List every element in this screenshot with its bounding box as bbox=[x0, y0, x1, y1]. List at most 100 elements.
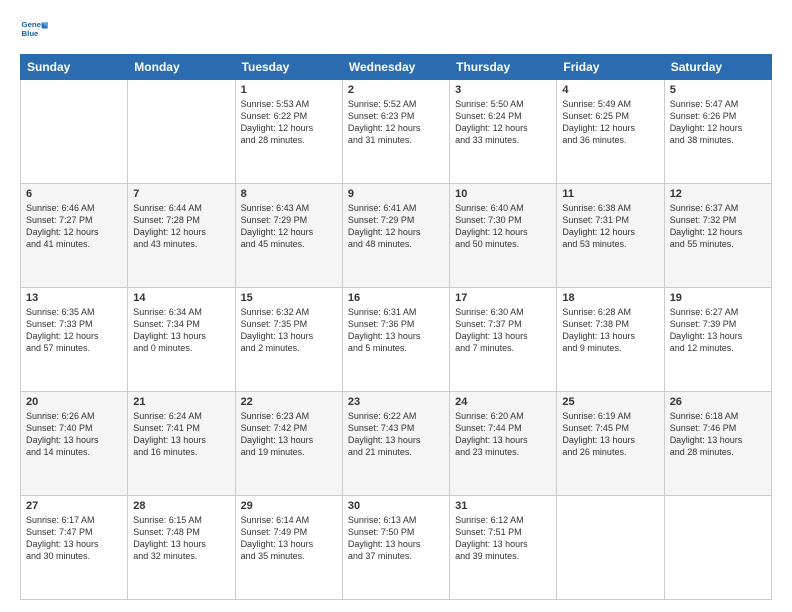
header-tuesday: Tuesday bbox=[235, 55, 342, 80]
day-info: Sunrise: 6:15 AM Sunset: 7:48 PM Dayligh… bbox=[133, 514, 229, 563]
page: General Blue Sunday Monday Tuesday Wedne… bbox=[0, 0, 792, 612]
day-info: Sunrise: 6:37 AM Sunset: 7:32 PM Dayligh… bbox=[670, 202, 766, 251]
day-info: Sunrise: 6:28 AM Sunset: 7:38 PM Dayligh… bbox=[562, 306, 658, 355]
day-number: 1 bbox=[241, 84, 337, 96]
calendar-cell: 12Sunrise: 6:37 AM Sunset: 7:32 PM Dayli… bbox=[664, 184, 771, 288]
calendar-cell: 11 Sunrise: 6:38 AM Sunset: 7:31 PM Dayli… bbox=[557, 184, 664, 288]
calendar-cell: 4 Sunrise: 5:49 AM Sunset: 6:25 PM Daylig… bbox=[557, 80, 664, 184]
calendar-week-1: 1Sunrise: 5:53 AM Sunset: 6:22 PM Daylig… bbox=[21, 80, 772, 184]
calendar-cell: 19 Sunrise: 6:27 AM Sunset: 7:39 PM Dayli… bbox=[664, 288, 771, 392]
calendar-cell bbox=[557, 496, 664, 600]
day-number: 25 bbox=[562, 396, 658, 408]
day-info: Sunrise: 6:34 AM Sunset: 7:34 PM Dayligh… bbox=[133, 306, 229, 355]
day-info: Sunrise: 6:38 AM Sunset: 7:31 PM Dayligh… bbox=[562, 202, 658, 251]
day-number: 7 bbox=[133, 188, 229, 200]
weekday-header-row: Sunday Monday Tuesday Wednesday Thursday… bbox=[21, 55, 772, 80]
calendar-cell: 26 Sunrise: 6:18 AM Sunset: 7:46 PM Dayli… bbox=[664, 392, 771, 496]
day-number: 2 bbox=[348, 84, 444, 96]
calendar-cell: 23 Sunrise: 6:22 AM Sunset: 7:43 PM Dayli… bbox=[342, 392, 449, 496]
day-info: Sunrise: 6:46 AM Sunset: 7:27 PM Dayligh… bbox=[26, 202, 122, 251]
day-info: Sunrise: 6:44 AM Sunset: 7:28 PM Dayligh… bbox=[133, 202, 229, 251]
calendar-week-2: 6 Sunrise: 6:46 AM Sunset: 7:27 PM Daylig… bbox=[21, 184, 772, 288]
calendar-cell: 16 Sunrise: 6:31 AM Sunset: 7:36 PM Dayli… bbox=[342, 288, 449, 392]
calendar-cell: 15 Sunrise: 6:32 AM Sunset: 7:35 PM Dayli… bbox=[235, 288, 342, 392]
calendar-cell: 18 Sunrise: 6:28 AM Sunset: 7:38 PM Dayli… bbox=[557, 288, 664, 392]
day-number: 23 bbox=[348, 396, 444, 408]
calendar-week-3: 13 Sunrise: 6:35 AM Sunset: 7:33 PM Dayli… bbox=[21, 288, 772, 392]
day-info: Sunrise: 6:19 AM Sunset: 7:45 PM Dayligh… bbox=[562, 410, 658, 459]
calendar-cell: 25 Sunrise: 6:19 AM Sunset: 7:45 PM Dayli… bbox=[557, 392, 664, 496]
day-number: 19 bbox=[670, 292, 766, 304]
day-info: Sunrise: 6:40 AM Sunset: 7:30 PM Dayligh… bbox=[455, 202, 551, 251]
day-info: Sunrise: 6:31 AM Sunset: 7:36 PM Dayligh… bbox=[348, 306, 444, 355]
day-number: 26 bbox=[670, 396, 766, 408]
calendar-cell bbox=[21, 80, 128, 184]
day-info: Sunrise: 6:30 AM Sunset: 7:37 PM Dayligh… bbox=[455, 306, 551, 355]
calendar-cell: 6 Sunrise: 6:46 AM Sunset: 7:27 PM Daylig… bbox=[21, 184, 128, 288]
day-number: 15 bbox=[241, 292, 337, 304]
day-number: 16 bbox=[348, 292, 444, 304]
calendar-cell: 5 Sunrise: 5:47 AM Sunset: 6:26 PM Daylig… bbox=[664, 80, 771, 184]
header-friday: Friday bbox=[557, 55, 664, 80]
calendar-cell bbox=[128, 80, 235, 184]
day-number: 28 bbox=[133, 500, 229, 512]
calendar-cell: 1Sunrise: 5:53 AM Sunset: 6:22 PM Daylig… bbox=[235, 80, 342, 184]
calendar-table: Sunday Monday Tuesday Wednesday Thursday… bbox=[20, 54, 772, 600]
day-number: 27 bbox=[26, 500, 122, 512]
calendar-cell: 2 Sunrise: 5:52 AM Sunset: 6:23 PM Daylig… bbox=[342, 80, 449, 184]
logo: General Blue bbox=[20, 16, 48, 44]
day-info: Sunrise: 6:35 AM Sunset: 7:33 PM Dayligh… bbox=[26, 306, 122, 355]
day-number: 31 bbox=[455, 500, 551, 512]
logo-icon: General Blue bbox=[20, 16, 48, 44]
header-wednesday: Wednesday bbox=[342, 55, 449, 80]
day-number: 14 bbox=[133, 292, 229, 304]
day-number: 6 bbox=[26, 188, 122, 200]
day-number: 18 bbox=[562, 292, 658, 304]
day-info: Sunrise: 6:20 AM Sunset: 7:44 PM Dayligh… bbox=[455, 410, 551, 459]
calendar-cell: 8 Sunrise: 6:43 AM Sunset: 7:29 PM Daylig… bbox=[235, 184, 342, 288]
day-number: 20 bbox=[26, 396, 122, 408]
calendar-cell: 10 Sunrise: 6:40 AM Sunset: 7:30 PM Dayli… bbox=[450, 184, 557, 288]
day-info: Sunrise: 6:18 AM Sunset: 7:46 PM Dayligh… bbox=[670, 410, 766, 459]
day-number: 13 bbox=[26, 292, 122, 304]
day-number: 4 bbox=[562, 84, 658, 96]
day-info: Sunrise: 6:24 AM Sunset: 7:41 PM Dayligh… bbox=[133, 410, 229, 459]
day-number: 24 bbox=[455, 396, 551, 408]
day-number: 11 bbox=[562, 188, 658, 200]
header: General Blue bbox=[20, 16, 772, 44]
day-info: Sunrise: 5:50 AM Sunset: 6:24 PM Dayligh… bbox=[455, 98, 551, 147]
day-info: Sunrise: 6:43 AM Sunset: 7:29 PM Dayligh… bbox=[241, 202, 337, 251]
calendar-cell: 9Sunrise: 6:41 AM Sunset: 7:29 PM Daylig… bbox=[342, 184, 449, 288]
day-info: Sunrise: 6:12 AM Sunset: 7:51 PM Dayligh… bbox=[455, 514, 551, 563]
calendar-week-5: 27 Sunrise: 6:17 AM Sunset: 7:47 PM Dayli… bbox=[21, 496, 772, 600]
day-info: Sunrise: 6:41 AM Sunset: 7:29 PM Dayligh… bbox=[348, 202, 444, 251]
day-info: Sunrise: 5:49 AM Sunset: 6:25 PM Dayligh… bbox=[562, 98, 658, 147]
day-info: Sunrise: 6:17 AM Sunset: 7:47 PM Dayligh… bbox=[26, 514, 122, 563]
day-info: Sunrise: 6:32 AM Sunset: 7:35 PM Dayligh… bbox=[241, 306, 337, 355]
day-info: Sunrise: 6:26 AM Sunset: 7:40 PM Dayligh… bbox=[26, 410, 122, 459]
calendar-cell: 22Sunrise: 6:23 AM Sunset: 7:42 PM Dayli… bbox=[235, 392, 342, 496]
day-info: Sunrise: 6:13 AM Sunset: 7:50 PM Dayligh… bbox=[348, 514, 444, 563]
day-number: 10 bbox=[455, 188, 551, 200]
day-info: Sunrise: 5:47 AM Sunset: 6:26 PM Dayligh… bbox=[670, 98, 766, 147]
calendar-cell: 13 Sunrise: 6:35 AM Sunset: 7:33 PM Dayli… bbox=[21, 288, 128, 392]
day-number: 5 bbox=[670, 84, 766, 96]
day-number: 29 bbox=[241, 500, 337, 512]
calendar-cell: 24 Sunrise: 6:20 AM Sunset: 7:44 PM Dayli… bbox=[450, 392, 557, 496]
day-info: Sunrise: 5:52 AM Sunset: 6:23 PM Dayligh… bbox=[348, 98, 444, 147]
calendar-cell: 7 Sunrise: 6:44 AM Sunset: 7:28 PM Daylig… bbox=[128, 184, 235, 288]
calendar-cell: 28 Sunrise: 6:15 AM Sunset: 7:48 PM Dayli… bbox=[128, 496, 235, 600]
day-number: 30 bbox=[348, 500, 444, 512]
day-info: Sunrise: 6:22 AM Sunset: 7:43 PM Dayligh… bbox=[348, 410, 444, 459]
header-saturday: Saturday bbox=[664, 55, 771, 80]
calendar-cell: 21Sunrise: 6:24 AM Sunset: 7:41 PM Dayli… bbox=[128, 392, 235, 496]
day-info: Sunrise: 6:27 AM Sunset: 7:39 PM Dayligh… bbox=[670, 306, 766, 355]
calendar-cell: 3Sunrise: 5:50 AM Sunset: 6:24 PM Daylig… bbox=[450, 80, 557, 184]
calendar-cell: 30 Sunrise: 6:13 AM Sunset: 7:50 PM Dayli… bbox=[342, 496, 449, 600]
day-number: 8 bbox=[241, 188, 337, 200]
header-sunday: Sunday bbox=[21, 55, 128, 80]
calendar-cell: 20 Sunrise: 6:26 AM Sunset: 7:40 PM Dayli… bbox=[21, 392, 128, 496]
calendar-cell: 14 Sunrise: 6:34 AM Sunset: 7:34 PM Dayli… bbox=[128, 288, 235, 392]
header-thursday: Thursday bbox=[450, 55, 557, 80]
day-number: 22 bbox=[241, 396, 337, 408]
